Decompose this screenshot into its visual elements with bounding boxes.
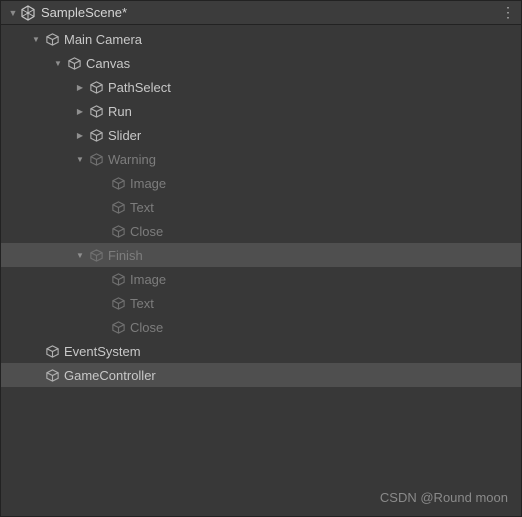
gameobject-icon [87, 102, 105, 120]
item-label: Slider [108, 128, 141, 143]
item-label: GameController [64, 368, 156, 383]
foldout-icon[interactable]: ▶ [73, 107, 87, 116]
item-slider[interactable]: ▶ Slider [1, 123, 521, 147]
item-gamecontroller[interactable]: ▶ GameController [1, 363, 521, 387]
hierarchy-tree: ▼ Main Camera ▼ Canvas ▶ PathSelect ▶ [1, 25, 521, 387]
item-eventsystem[interactable]: ▶ EventSystem [1, 339, 521, 363]
item-label: EventSystem [64, 344, 141, 359]
item-warning-image[interactable]: ▶ Image [1, 171, 521, 195]
gameobject-icon [109, 270, 127, 288]
item-label: Text [130, 296, 154, 311]
item-warning-close[interactable]: ▶ Close [1, 219, 521, 243]
panel-header: ▼ SampleScene* ⋮ [1, 1, 521, 25]
item-label: Image [130, 176, 166, 191]
foldout-icon[interactable]: ▼ [73, 155, 87, 164]
item-main-camera[interactable]: ▼ Main Camera [1, 27, 521, 51]
item-label: Text [130, 200, 154, 215]
gameobject-icon [109, 318, 127, 336]
item-pathselect[interactable]: ▶ PathSelect [1, 75, 521, 99]
item-canvas[interactable]: ▼ Canvas [1, 51, 521, 75]
gameobject-icon [109, 174, 127, 192]
item-run[interactable]: ▶ Run [1, 99, 521, 123]
item-label: Close [130, 224, 163, 239]
gameobject-icon [43, 342, 61, 360]
item-label: Canvas [86, 56, 130, 71]
kebab-menu-icon[interactable]: ⋮ [501, 4, 521, 21]
scene-title: SampleScene* [41, 5, 501, 20]
gameobject-icon [87, 126, 105, 144]
header-foldout[interactable]: ▼ [7, 7, 19, 19]
gameobject-icon [87, 78, 105, 96]
item-label: Close [130, 320, 163, 335]
item-finish-close[interactable]: ▶ Close [1, 315, 521, 339]
gameobject-icon [43, 366, 61, 384]
unity-logo-icon [19, 4, 37, 22]
item-finish-text[interactable]: ▶ Text [1, 291, 521, 315]
watermark-text: CSDN @Round moon [380, 490, 508, 505]
foldout-icon[interactable]: ▶ [73, 83, 87, 92]
gameobject-icon [109, 198, 127, 216]
item-label: Image [130, 272, 166, 287]
item-warning-text[interactable]: ▶ Text [1, 195, 521, 219]
foldout-icon[interactable]: ▼ [29, 35, 43, 44]
item-label: Main Camera [64, 32, 142, 47]
foldout-icon[interactable]: ▶ [73, 131, 87, 140]
gameobject-icon [87, 150, 105, 168]
gameobject-icon [43, 30, 61, 48]
gameobject-icon [109, 222, 127, 240]
foldout-icon[interactable]: ▼ [73, 251, 87, 260]
hierarchy-panel: ▼ SampleScene* ⋮ ▼ Main Camera ▼ [0, 0, 522, 517]
foldout-icon[interactable]: ▼ [51, 59, 65, 68]
item-label: Finish [108, 248, 143, 263]
gameobject-icon [109, 294, 127, 312]
item-finish-image[interactable]: ▶ Image [1, 267, 521, 291]
item-finish[interactable]: ▼ Finish [1, 243, 521, 267]
gameobject-icon [87, 246, 105, 264]
gameobject-icon [65, 54, 83, 72]
item-warning[interactable]: ▼ Warning [1, 147, 521, 171]
item-label: Run [108, 104, 132, 119]
item-label: Warning [108, 152, 156, 167]
item-label: PathSelect [108, 80, 171, 95]
